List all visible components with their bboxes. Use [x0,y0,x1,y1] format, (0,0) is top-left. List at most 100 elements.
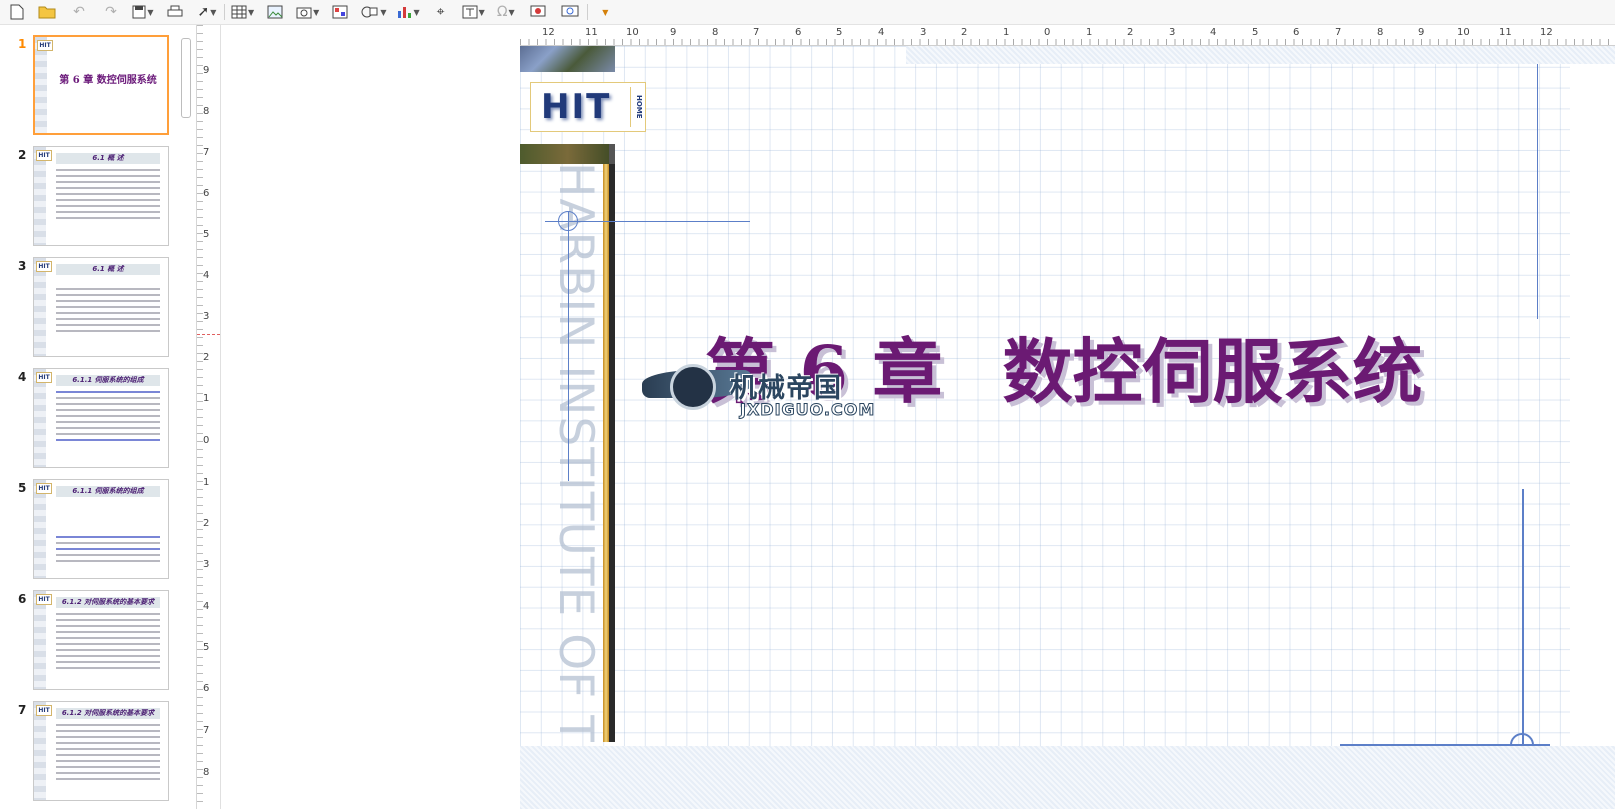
slide-thumbnail-4[interactable]: 4 HIT 6.1.1 伺服系统的组成 [0,368,182,472]
redo-icon[interactable]: ↷ [100,1,122,23]
slide-thumbnail-6[interactable]: 6 HIT 6.1.2 对伺服系统的基本要求 [0,590,182,694]
ruler-label: 3 [203,559,210,570]
new-document-icon[interactable] [6,1,28,23]
slide-thumb-image[interactable]: HIT 6.1 概 述 [33,257,169,357]
ruler-label: 9 [670,27,677,38]
thumb-text-lines [56,613,160,673]
ruler-label: 1 [203,477,210,488]
thumb-side-strip [34,480,46,578]
print-icon[interactable] [164,1,186,23]
ruler-label: 2 [203,518,210,529]
open-folder-icon[interactable] [36,1,58,23]
ruler-label: 12 [1540,27,1553,38]
slide-number: 5 [18,481,27,495]
shapes-icon[interactable]: ▼ [361,1,386,23]
campus-photo-middle [520,144,615,164]
hit-logo-icon: HIT [36,372,52,383]
slide-number: 6 [18,592,27,606]
dark-decor-bar [609,164,615,742]
thumb-text-lines [56,724,160,784]
ruler-label: 4 [1210,27,1217,38]
thumb-text-lines [56,288,160,336]
ruler-position-marker [197,334,220,335]
thumb-side-strip [34,147,46,245]
display-icon[interactable] [559,1,581,23]
hit-logo[interactable]: HIT HOME [530,82,646,132]
undo-icon[interactable]: ↶ [68,1,90,23]
slide-panel: 1 HIT 第 6 章 数控伺服系统 2 HIT 6.1 概 述 3 HIT 6… [0,25,197,809]
thumb-text-lines [56,391,160,445]
slide-thumb-image[interactable]: HIT 6.1.1 伺服系统的组成 [33,479,169,579]
ruler-label: 10 [1457,27,1470,38]
slide-thumb-image[interactable]: HIT 第 6 章 数控伺服系统 [33,35,169,135]
horizontal-ruler[interactable]: 12 11 10 9 8 7 6 5 4 3 2 1 0 1 2 3 4 5 6… [520,25,1615,46]
hit-logo-icon: HIT [36,483,52,494]
ruler-label: 0 [203,435,210,446]
slide-thumbnail-1[interactable]: 1 HIT 第 6 章 数控伺服系统 [0,35,182,139]
cursor-text-icon[interactable]: ⌖ [430,1,452,23]
canvas-margin-top [906,46,1615,64]
slide-thumb-image[interactable]: HIT 6.1 概 述 [33,146,169,246]
hit-logo-text: HIT [541,87,612,127]
dark-decor-bar-top [609,144,615,164]
corner-line-vertical [1522,489,1524,754]
ruler-label: 6 [795,27,802,38]
bar-chart-icon[interactable]: ▼ [396,1,420,23]
slide-thumb-image[interactable]: HIT 6.1.2 对伺服系统的基本要求 [33,701,169,801]
ruler-label: 3 [203,311,210,322]
table-icon[interactable]: ▼ [231,1,254,23]
text-box-icon[interactable]: ▼ [462,1,485,23]
ruler-label: 1 [203,393,210,404]
hit-logo-icon: HIT [36,150,52,161]
thumb-title: 6.1.2 对伺服系统的基本要求 [56,708,160,719]
ruler-label: 1 [1003,27,1010,38]
ruler-label: 4 [203,270,210,281]
vertical-ruler[interactable]: 9 8 7 6 5 4 3 2 1 0 1 2 3 4 5 6 7 8 [197,25,221,809]
ruler-label: 7 [1335,27,1342,38]
slide-thumb-image[interactable]: HIT 6.1.1 伺服系统的组成 [33,368,169,468]
ruler-label: 12 [542,27,555,38]
thumb-text-lines [56,169,160,223]
canvas-margin-bottom [520,746,1615,809]
ruler-label: 9 [1418,27,1425,38]
slide-thumbnail-3[interactable]: 3 HIT 6.1 概 述 [0,257,182,361]
ruler-label: 8 [712,27,719,38]
slide-panel-scrollbar[interactable] [181,38,191,118]
slide-thumbnail-2[interactable]: 2 HIT 6.1 概 述 [0,146,182,250]
hit-logo-icon: HIT [36,594,52,605]
ruler-label: 1 [1086,27,1093,38]
ruler-label: 10 [626,27,639,38]
thumb-side-strip [34,702,46,800]
slideshow-icon[interactable] [527,1,549,23]
ruler-ticks [520,39,1615,45]
ruler-label: 0 [1044,27,1051,38]
ruler-label: 4 [203,601,210,612]
watermark-en-text: JXDIGUO.COM [739,400,876,420]
slide-thumbnail-5[interactable]: 5 HIT 6.1.1 伺服系统的组成 [0,479,182,583]
media-icon[interactable]: ▼ [296,1,319,23]
home-link[interactable]: HOME [630,87,643,127]
thumb-title: 6.1 概 述 [56,153,160,164]
hit-logo-icon: HIT [36,705,52,716]
watermark-logo: 机械帝国 JXDIGUO.COM [642,364,942,428]
image-icon[interactable] [264,1,286,23]
chapter-name: 数控伺服系统 [1002,330,1423,413]
hit-logo-icon: HIT [36,261,52,272]
ruler-label: 7 [753,27,760,38]
slide-canvas[interactable]: HIT HOME HARBIN INSTITUTE OF TECHNOLOGY … [520,46,1570,757]
ruler-label: 8 [203,106,210,117]
more-options-icon[interactable]: ▼ [594,1,616,23]
slide-editor[interactable]: HIT HOME HARBIN INSTITUTE OF TECHNOLOGY … [520,46,1615,809]
special-character-icon[interactable]: Ω ▼ [495,1,517,23]
slide-thumbnail-7[interactable]: 7 HIT 6.1.2 对伺服系统的基本要求 [0,701,182,805]
thumb-title: 6.1.1 伺服系统的组成 [56,375,160,386]
chart-image-icon[interactable] [329,1,351,23]
ruler-label: 9 [203,65,210,76]
save-icon[interactable]: ▼ [132,1,154,23]
ruler-label: 7 [203,725,210,736]
ruler-label: 5 [203,642,210,653]
ruler-label: 3 [1169,27,1176,38]
slide-thumb-image[interactable]: HIT 6.1.2 对伺服系统的基本要求 [33,590,169,690]
select-arrow-icon[interactable]: ➚ ▼ [196,1,218,23]
ruler-label: 4 [878,27,885,38]
